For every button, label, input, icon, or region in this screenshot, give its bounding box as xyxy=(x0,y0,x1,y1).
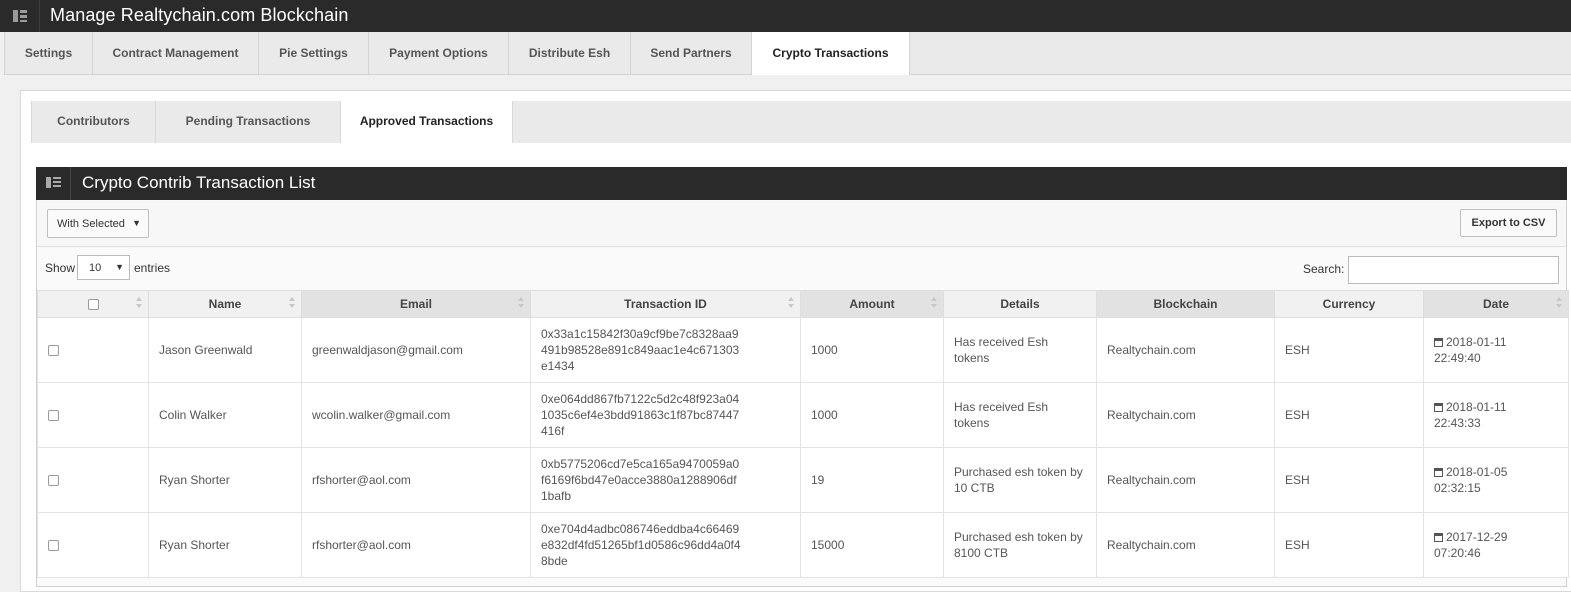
calendar-icon xyxy=(1434,338,1443,347)
entries-label: entries xyxy=(134,261,171,275)
email-cell: rfshorter@aol.com xyxy=(301,512,531,578)
row-select-cell xyxy=(37,317,149,383)
export-csv-label: Export to CSV xyxy=(1471,217,1546,229)
calendar-icon xyxy=(1434,403,1443,412)
transaction-id-cell: 0xe704d4adbc086746eddba4c66469 e832df4fd5… xyxy=(530,512,801,578)
currency-cell: ESH xyxy=(1274,382,1424,448)
search-input[interactable] xyxy=(1348,256,1559,284)
box-header: Crypto Contrib Transaction List xyxy=(36,167,1567,200)
menu-toggle-icon[interactable] xyxy=(0,0,40,32)
transaction-id-cell: 0xe064dd867fb7122c5d2c48f923a04 1035c6ef4… xyxy=(530,382,801,448)
blockchain-cell: Realtychain.com xyxy=(1096,317,1275,383)
export-csv-button[interactable]: Export to CSV xyxy=(1460,209,1557,237)
blockchain-cell: Realtychain.com xyxy=(1096,382,1275,448)
currency-cell: ESH xyxy=(1274,447,1424,513)
transaction-id-cell: 0x33a1c15842f30a9cf9be7c8328aa9 491b98528… xyxy=(530,317,801,383)
details-cell: Purchased esh token by 8100 CTB xyxy=(943,512,1097,578)
search-label: Search: xyxy=(1303,262,1345,276)
tab-distribute-esh[interactable]: Distribute Esh xyxy=(509,32,631,74)
details-cell: Purchased esh token by 10 CTB xyxy=(943,447,1097,513)
list-icon xyxy=(36,167,71,200)
tab-settings[interactable]: Settings xyxy=(5,32,93,74)
row-select-cell xyxy=(37,382,149,448)
email-cell: greenwaldjason@gmail.com xyxy=(301,317,531,383)
select-all-checkbox[interactable] xyxy=(87,299,99,311)
table-row: Colin Walker wcolin.walker@gmail.com 0xe… xyxy=(37,382,1569,448)
calendar-icon xyxy=(1434,468,1443,477)
row-select-cell xyxy=(37,447,149,513)
entries-value: 10 xyxy=(89,262,102,274)
column-details: Details xyxy=(943,290,1097,318)
column-email[interactable]: Email xyxy=(301,290,531,318)
row-checkbox[interactable] xyxy=(48,345,59,357)
table-controls: Show 10 ▼ entries Search: xyxy=(37,250,1566,290)
email-cell: wcolin.walker@gmail.com xyxy=(301,382,531,448)
page-title: Manage Realtychain.com Blockchain xyxy=(50,5,349,25)
row-checkbox[interactable] xyxy=(48,410,59,422)
date-cell: 2018-01-11 22:43:33 xyxy=(1423,382,1569,448)
name-cell: Colin Walker xyxy=(148,382,302,448)
amount-cell: 19 xyxy=(800,447,944,513)
tab-contract-management[interactable]: Contract Management xyxy=(93,32,259,74)
table-header-row: Name Email Transaction ID Amount Details… xyxy=(37,290,1569,318)
details-cell: Has received Esh tokens xyxy=(943,382,1097,448)
with-selected-dropdown[interactable]: With Selected ▼ xyxy=(47,209,149,238)
box-title: Crypto Contrib Transaction List xyxy=(82,173,316,192)
tab-pie-settings[interactable]: Pie Settings xyxy=(259,32,369,74)
currency-cell: ESH xyxy=(1274,317,1424,383)
row-checkbox[interactable] xyxy=(48,540,59,552)
sub-tabs: Contributors Pending Transactions Approv… xyxy=(31,101,1571,143)
subtab-pending-transactions[interactable]: Pending Transactions xyxy=(155,101,340,143)
date-cell: 2018-01-11 22:49:40 xyxy=(1423,317,1569,383)
tab-crypto-transactions[interactable]: Crypto Transactions xyxy=(752,32,910,75)
show-label: Show xyxy=(45,261,76,275)
currency-cell: ESH xyxy=(1274,512,1424,578)
subtab-approved-transactions[interactable]: Approved Transactions xyxy=(340,101,513,143)
blockchain-cell: Realtychain.com xyxy=(1096,447,1275,513)
amount-cell: 1000 xyxy=(800,382,944,448)
select-all-column[interactable] xyxy=(37,290,149,318)
details-cell: Has received Esh tokens xyxy=(943,317,1097,383)
table-row: Jason Greenwald greenwaldjason@gmail.com… xyxy=(37,317,1569,383)
caret-down-icon: ▼ xyxy=(132,218,141,228)
main-tabs: Settings Contract Management Pie Setting… xyxy=(4,32,1571,75)
date-cell: 2018-01-05 02:32:15 xyxy=(1423,447,1569,513)
caret-down-icon: ▼ xyxy=(115,262,124,272)
transaction-id-cell: 0xb5775206cd7e5ca165a9470059a0 f6169f6bd4… xyxy=(530,447,801,513)
name-cell: Ryan Shorter xyxy=(148,447,302,513)
column-blockchain: Blockchain xyxy=(1096,290,1275,318)
transactions-table: Name Email Transaction ID Amount Details… xyxy=(37,290,1569,578)
column-currency: Currency xyxy=(1274,290,1424,318)
blockchain-cell: Realtychain.com xyxy=(1096,512,1275,578)
calendar-icon xyxy=(1434,533,1443,542)
row-checkbox[interactable] xyxy=(48,475,59,487)
subtab-contributors[interactable]: Contributors xyxy=(31,101,155,143)
with-selected-label: With Selected xyxy=(57,218,125,230)
tab-send-partners[interactable]: Send Partners xyxy=(631,32,752,74)
column-date[interactable]: Date xyxy=(1423,290,1569,318)
name-cell: Ryan Shorter xyxy=(148,512,302,578)
row-select-cell xyxy=(37,512,149,578)
amount-cell: 1000 xyxy=(800,317,944,383)
date-cell: 2017-12-29 07:20:46 xyxy=(1423,512,1569,578)
table-row: Ryan Shorter rfshorter@aol.com 0xb577520… xyxy=(37,447,1569,513)
amount-cell: 15000 xyxy=(800,512,944,578)
table-row: Ryan Shorter rfshorter@aol.com 0xe704d4a… xyxy=(37,512,1569,578)
name-cell: Jason Greenwald xyxy=(148,317,302,383)
table-toolbar: With Selected ▼ Export to CSV xyxy=(37,201,1566,247)
column-transaction-id[interactable]: Transaction ID xyxy=(530,290,801,318)
column-name[interactable]: Name xyxy=(148,290,302,318)
column-amount[interactable]: Amount xyxy=(800,290,944,318)
app-header: Manage Realtychain.com Blockchain xyxy=(0,0,1571,32)
entries-select[interactable]: 10 ▼ xyxy=(77,255,130,280)
email-cell: rfshorter@aol.com xyxy=(301,447,531,513)
tab-payment-options[interactable]: Payment Options xyxy=(369,32,509,74)
